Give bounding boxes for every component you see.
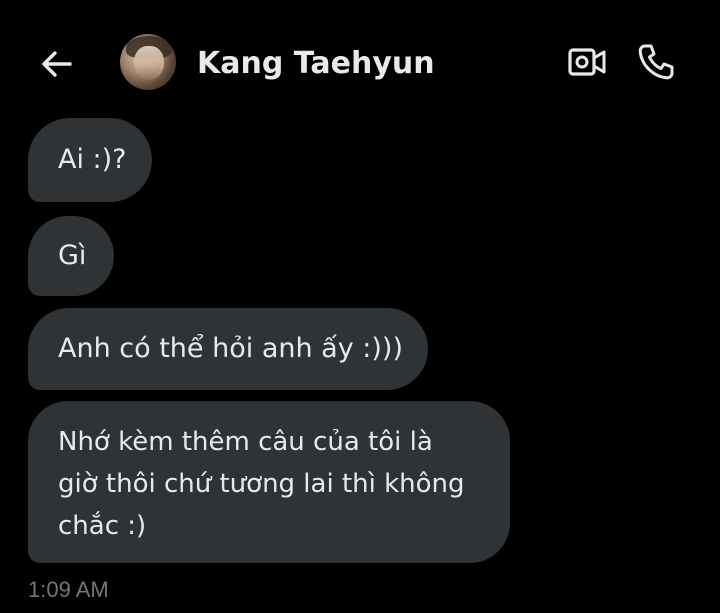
message-bubble[interactable]: Ai :)? xyxy=(28,118,152,202)
message-timestamp: 1:09 AM xyxy=(28,577,109,602)
message-bubble[interactable]: Anh có thể hỏi anh ấy :))) xyxy=(28,308,428,390)
message-bubble[interactable]: Nhớ kèm thêm câu của tôi là giờ thôi chứ… xyxy=(28,401,510,563)
message-bubble[interactable]: Gì xyxy=(28,216,114,296)
message-list: Ai :)? Gì Anh có thể hỏi anh ấy :))) Nhớ… xyxy=(0,0,720,613)
